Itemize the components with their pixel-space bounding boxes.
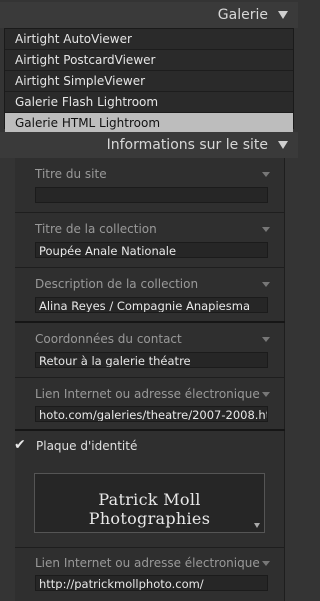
identity-plate-checkbox[interactable]: ✔ <box>14 437 26 453</box>
collection-description-input[interactable]: Alina Reyes / Compagnie Anapiesma <box>35 297 268 313</box>
divider <box>15 267 285 268</box>
site-info-panel-title: Informations sur le site <box>106 137 268 153</box>
dropdown-arrow-icon[interactable] <box>262 392 270 397</box>
site-title-label: Titre du site <box>35 167 107 181</box>
divider <box>15 547 285 548</box>
identity-plate-preview[interactable]: Patrick Moll Photographies <box>34 473 265 533</box>
divider <box>15 321 285 323</box>
divider <box>15 377 285 378</box>
gallery-item-airtight-simpleviewer[interactable]: Airtight SimpleViewer <box>5 71 293 92</box>
collapse-triangle-icon[interactable] <box>278 141 288 149</box>
gallery-style-list[interactable]: Airtight AutoViewer Airtight PostcardVie… <box>4 28 294 133</box>
collection-description-label: Description de la collection <box>35 277 199 291</box>
galerie-panel-header[interactable]: Galerie <box>0 2 298 28</box>
contact-input[interactable]: Retour à la galerie théatre <box>35 352 268 368</box>
identity-link-label: Lien Internet ou adresse électronique <box>35 556 260 570</box>
collapse-triangle-icon[interactable] <box>278 11 288 19</box>
dropdown-arrow-icon[interactable] <box>262 172 270 177</box>
site-title-input[interactable] <box>35 187 268 203</box>
collection-title-input[interactable]: Poupée Anale Nationale <box>35 242 268 258</box>
contact-link-label: Lien Internet ou adresse électronique <box>35 387 260 401</box>
gallery-item-html-lightroom[interactable]: Galerie HTML Lightroom <box>5 113 293 133</box>
collection-title-label: Titre de la collection <box>35 222 157 236</box>
identity-plate-label: Plaque d'identité <box>36 439 138 453</box>
panel-border <box>284 158 285 601</box>
gallery-item-flash-lightroom[interactable]: Galerie Flash Lightroom <box>5 92 293 113</box>
gallery-item-airtight-postcardviewer[interactable]: Airtight PostcardViewer <box>5 50 293 71</box>
dropdown-arrow-icon[interactable] <box>262 337 270 342</box>
galerie-panel-title: Galerie <box>217 7 268 23</box>
divider <box>15 212 285 213</box>
identity-link-input[interactable]: http://patrickmollphoto.com/ <box>35 575 268 591</box>
dropdown-arrow-icon[interactable] <box>262 561 270 566</box>
identity-plate-text: Patrick Moll Photographies <box>88 490 211 528</box>
site-info-panel-header[interactable]: Informations sur le site <box>0 132 298 158</box>
divider <box>15 429 285 431</box>
contact-link-input[interactable]: hoto.com/galeries/theatre/2007-2008.html <box>35 406 268 422</box>
gallery-item-airtight-autoviewer[interactable]: Airtight AutoViewer <box>5 29 293 50</box>
identity-plate-menu-icon[interactable] <box>254 523 260 528</box>
dropdown-arrow-icon[interactable] <box>262 282 270 287</box>
dropdown-arrow-icon[interactable] <box>262 227 270 232</box>
contact-label: Coordonnées du contact <box>35 332 182 346</box>
